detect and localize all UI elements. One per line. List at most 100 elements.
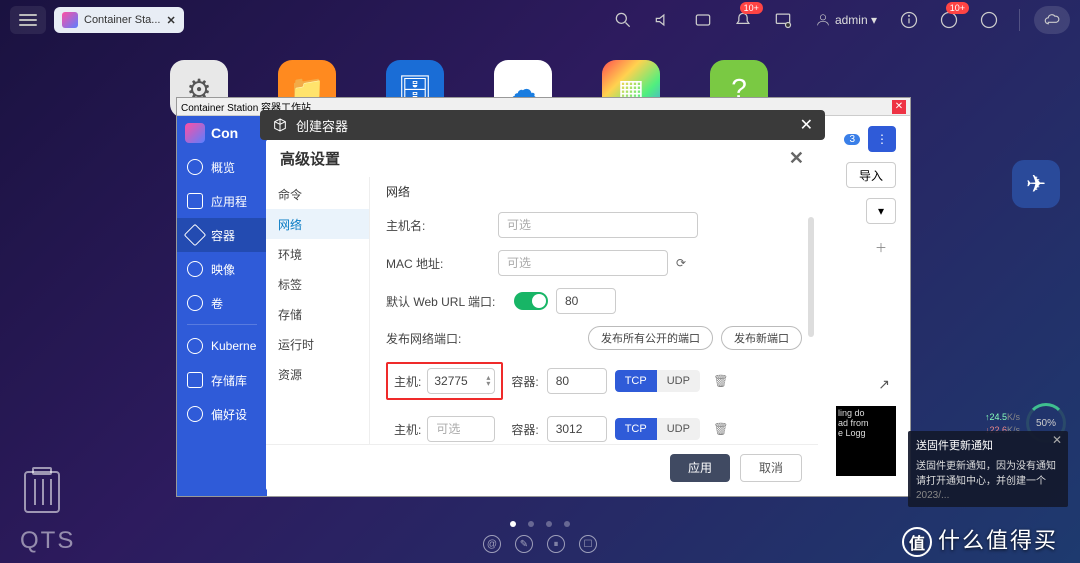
firmware-notification[interactable]: ✕ 送固件更新通知 送固件更新通知，因为没有通知 请打开通知中心，并创建一个 2… [908, 431, 1068, 507]
info-icon[interactable] [893, 4, 925, 36]
kubernetes-icon [187, 338, 203, 354]
tab-label: Container Sta... [84, 14, 160, 26]
publish-new-button[interactable]: 发布新端口 [721, 326, 802, 350]
weburl-port-input[interactable] [556, 288, 616, 314]
cancel-button[interactable]: 取消 [740, 454, 802, 482]
close-icon[interactable]: ✕ [1052, 433, 1062, 447]
tab-resources[interactable]: 资源 [266, 359, 369, 389]
page-indicator[interactable] [510, 521, 570, 527]
port-row-2: 主机: 容器: TCP UDP 🗑 [386, 410, 802, 444]
protocol-toggle-2[interactable]: TCP UDP [615, 418, 700, 440]
bell-icon[interactable]: 10+ [727, 4, 759, 36]
port-row-1: 主机: 32775▴▾ 容器: TCP UDP 🗑 [386, 362, 802, 400]
notif-title: 送固件更新通知 [916, 437, 1060, 453]
action-icon[interactable]: ⏸ [547, 535, 565, 553]
container-station-icon [62, 12, 78, 28]
database-icon [187, 295, 203, 311]
gauge-icon [187, 159, 203, 175]
host-port-input[interactable]: 32775▴▾ [427, 368, 495, 394]
create-container-modal: 创建容器 ✕ [260, 110, 825, 140]
container-label: 容器: [511, 421, 538, 438]
weburl-toggle[interactable] [514, 292, 548, 310]
tab-close-icon[interactable]: ✕ [166, 14, 175, 27]
nav-repos[interactable]: 存储库 [177, 363, 267, 397]
host-label: 主机: [394, 373, 421, 390]
notif-time: 2023/... [916, 490, 1060, 501]
volume-icon[interactable] [647, 4, 679, 36]
tab-network[interactable]: 网络 [266, 209, 369, 239]
filter-dropdown[interactable]: ▾ [866, 198, 896, 224]
app-tab[interactable]: Container Sta... ✕ [54, 7, 184, 33]
delete-row-icon[interactable]: 🗑 [708, 416, 734, 442]
cs-sidebar: Con 概览 应用程 容器 映像 卷 Kuberne 存储库 偏好设 [177, 116, 267, 496]
qts-logo: QTS [20, 527, 75, 555]
container-label: 容器: [511, 373, 538, 390]
watermark-text: 什么值得买 [938, 523, 1058, 555]
quick-actions: @ ✎ ⏸ ☐ [483, 535, 597, 553]
main-menu-button[interactable] [10, 6, 46, 34]
add-button[interactable]: ＋ [866, 234, 896, 260]
more-button[interactable]: ⋮ [868, 126, 896, 152]
recycle-bin-icon[interactable] [24, 471, 60, 513]
hostname-label: 主机名: [386, 217, 490, 234]
protocol-toggle[interactable]: TCP UDP [615, 370, 700, 392]
repo-icon [187, 372, 203, 388]
container-port-input-2[interactable] [547, 416, 607, 442]
cs-logo: Con [177, 116, 267, 150]
nav-containers[interactable]: 容器 [177, 218, 267, 252]
mac-input[interactable] [498, 250, 668, 276]
task-icon[interactable] [687, 4, 719, 36]
action-icon[interactable]: ☐ [579, 535, 597, 553]
nav-kubernetes[interactable]: Kuberne [177, 329, 267, 363]
scrollbar[interactable] [808, 217, 814, 337]
weburl-label: 默认 Web URL 端口: [386, 293, 506, 310]
tab-command[interactable]: 命令 [266, 179, 369, 209]
user-menu[interactable]: admin ▾ [807, 12, 885, 28]
devices-icon[interactable] [767, 4, 799, 36]
nav-prefs[interactable]: 偏好设 [177, 397, 267, 431]
cloud-button[interactable] [1034, 6, 1070, 34]
cube-icon [272, 117, 288, 133]
open-external-icon[interactable]: ↗ [878, 376, 890, 393]
modal-title: 创建容器 [296, 116, 348, 135]
publish-label: 发布网络端口: [386, 330, 490, 347]
container-port-input[interactable] [547, 368, 607, 394]
delete-row-icon[interactable]: 🗑 [708, 368, 734, 394]
nav-volumes[interactable]: 卷 [177, 286, 267, 320]
settings-content: 网络 主机名: MAC 地址: ⟳ 默认 Web URL 端口: 发布网络端口:… [370, 177, 818, 444]
gear-icon [187, 406, 203, 422]
layers-icon [187, 261, 203, 277]
nav-images[interactable]: 映像 [177, 252, 267, 286]
dashboard-icon[interactable] [973, 4, 1005, 36]
tab-env[interactable]: 环境 [266, 239, 369, 269]
terminal-preview: ling doad frome Logg [836, 406, 896, 476]
settings-tabs: 命令 网络 环境 标签 存储 运行时 资源 [266, 177, 370, 444]
count-badge: 3 [844, 134, 860, 145]
notif-body: 送固件更新通知，因为没有通知 请打开通知中心，并创建一个 [916, 457, 1060, 487]
host-port-input-2[interactable] [427, 416, 495, 442]
host-label: 主机: [394, 421, 421, 438]
cube-icon [184, 224, 207, 247]
nav-overview[interactable]: 概览 [177, 150, 267, 184]
grid-icon [187, 193, 203, 209]
panel-close-button[interactable]: ✕ [789, 148, 804, 169]
refresh-icon[interactable]: ⟳ [676, 256, 686, 270]
watermark-logo: 值 [902, 527, 932, 557]
import-button[interactable]: 导入 [846, 162, 896, 188]
thunder-app-icon[interactable]: ✈ [1012, 160, 1060, 208]
action-icon[interactable]: @ [483, 535, 501, 553]
modal-close-button[interactable]: ✕ [800, 115, 813, 135]
tab-storage[interactable]: 存储 [266, 299, 369, 329]
window-close-button[interactable]: ✕ [892, 100, 906, 114]
nav-apps[interactable]: 应用程 [177, 184, 267, 218]
action-icon[interactable]: ✎ [515, 535, 533, 553]
tab-runtime[interactable]: 运行时 [266, 329, 369, 359]
panel-title: 高级设置 [280, 148, 340, 169]
hostname-input[interactable] [498, 212, 698, 238]
news-icon[interactable]: 10+ [933, 4, 965, 36]
publish-all-button[interactable]: 发布所有公开的端口 [588, 326, 713, 350]
host-port-highlight: 主机: 32775▴▾ [386, 362, 503, 400]
apply-button[interactable]: 应用 [670, 454, 730, 482]
search-icon[interactable] [607, 4, 639, 36]
tab-labels[interactable]: 标签 [266, 269, 369, 299]
